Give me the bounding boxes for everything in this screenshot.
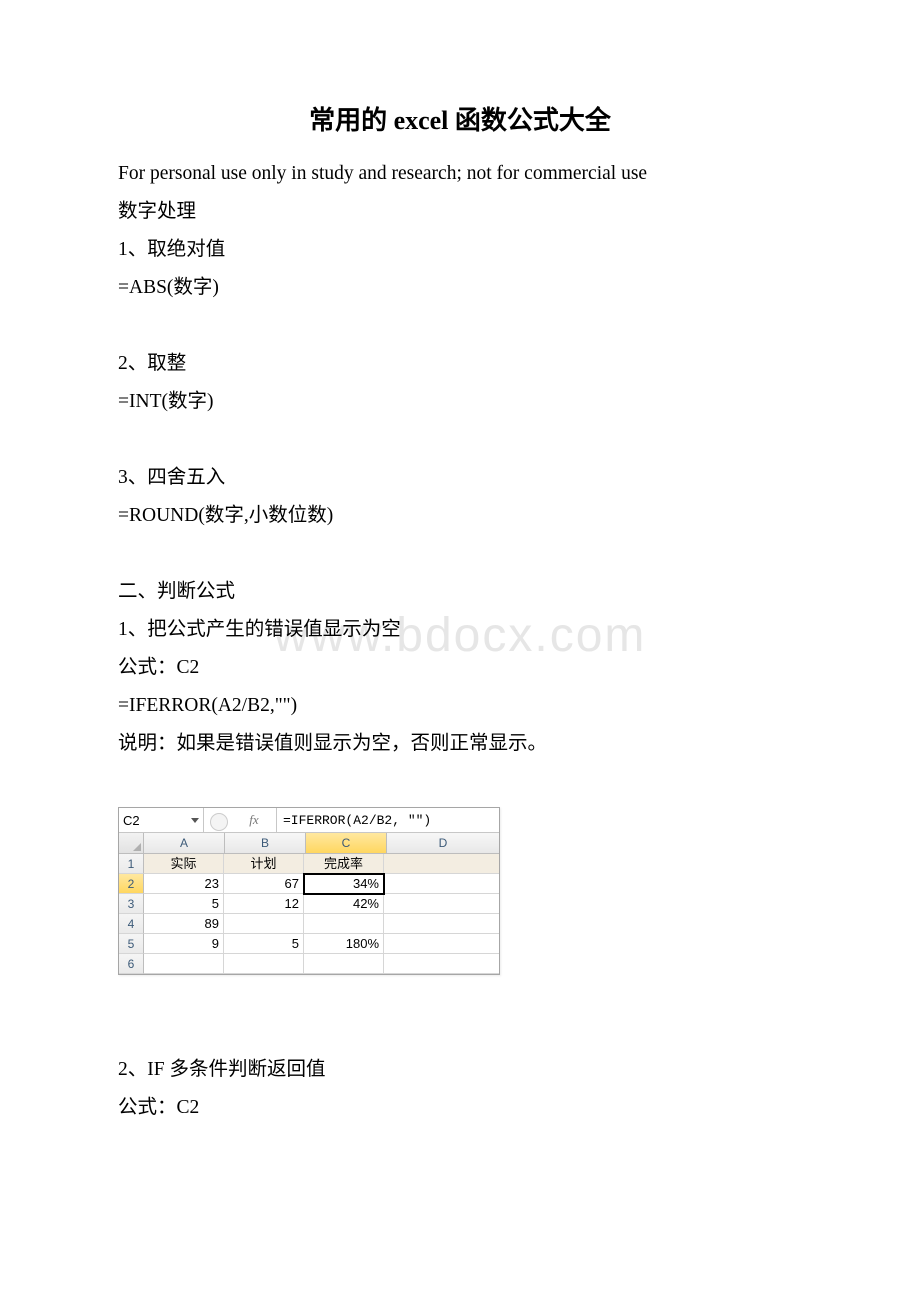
- cell: 实际: [144, 854, 224, 874]
- row-header: 3: [119, 894, 144, 914]
- formula-bar-row: C2 fx =IFERROR(A2/B2, ""): [119, 808, 499, 833]
- cell: 23: [144, 874, 224, 894]
- cell: 计划: [224, 854, 304, 874]
- cell: [304, 954, 384, 974]
- cancel-icon: [210, 813, 228, 831]
- table-row: 1实际计划完成率: [119, 854, 499, 874]
- table-row: 2236734%: [119, 874, 499, 894]
- row-header: 4: [119, 914, 144, 934]
- cell: 完成率: [304, 854, 384, 874]
- spacer: [118, 535, 802, 573]
- row-header: 6: [119, 954, 144, 974]
- spacer: [118, 421, 802, 459]
- item-iferror-cell: 公式：C2: [118, 649, 802, 687]
- spacer: [118, 307, 802, 345]
- section-judgment: 二、判断公式: [118, 573, 802, 611]
- item-int-formula: =INT(数字): [118, 383, 802, 421]
- fx-icon: fx: [232, 808, 277, 832]
- disclaimer-text: For personal use only in study and resea…: [118, 155, 802, 193]
- table-row: 489: [119, 914, 499, 934]
- cell: [224, 914, 304, 934]
- cell: 180%: [304, 934, 384, 954]
- formula-bar-input: =IFERROR(A2/B2, ""): [277, 808, 499, 832]
- excel-screenshot: C2 fx =IFERROR(A2/B2, "") A B C D 1实际计划完…: [118, 807, 500, 975]
- page-title: 常用的 excel 函数公式大全: [118, 100, 802, 137]
- cell: 89: [144, 914, 224, 934]
- cell: 34%: [304, 874, 384, 894]
- cell: [384, 874, 499, 894]
- item-if-title: 2、IF 多条件判断返回值: [118, 1051, 802, 1089]
- row-header: 5: [119, 934, 144, 954]
- cell: [304, 914, 384, 934]
- excel-data-rows: 1实际计划完成率2236734%351242%489595180%6: [119, 854, 499, 974]
- table-row: 351242%: [119, 894, 499, 914]
- cell: [384, 894, 499, 914]
- row-header: 1: [119, 854, 144, 874]
- name-box-value: C2: [123, 813, 140, 828]
- column-header-d: D: [387, 833, 499, 853]
- item-iferror-desc: 说明：如果是错误值则显示为空，否则正常显示。: [118, 725, 802, 763]
- spacer: [118, 975, 802, 1013]
- cell: [224, 954, 304, 974]
- item-abs-formula: =ABS(数字): [118, 269, 802, 307]
- cell: 67: [224, 874, 304, 894]
- row-header: 2: [119, 874, 144, 894]
- name-box: C2: [119, 808, 204, 832]
- cell: [384, 914, 499, 934]
- cell: [384, 934, 499, 954]
- cell: 5: [144, 894, 224, 914]
- cell: [384, 854, 499, 874]
- cell: 5: [224, 934, 304, 954]
- item-round-formula: =ROUND(数字,小数位数): [118, 497, 802, 535]
- item-iferror-formula: =IFERROR(A2/B2,""): [118, 687, 802, 725]
- cell: 9: [144, 934, 224, 954]
- column-header-a: A: [144, 833, 225, 853]
- dropdown-icon: [191, 818, 199, 823]
- item-abs-title: 1、取绝对值: [118, 231, 802, 269]
- item-if-cell: 公式：C2: [118, 1089, 802, 1127]
- table-row: 6: [119, 954, 499, 974]
- table-row: 595180%: [119, 934, 499, 954]
- item-round-title: 3、四舍五入: [118, 459, 802, 497]
- section-number-processing: 数字处理: [118, 193, 802, 231]
- cell: [144, 954, 224, 974]
- item-iferror-title: 1、把公式产生的错误值显示为空: [118, 611, 802, 649]
- select-all-corner: [119, 833, 144, 853]
- cell: [384, 954, 499, 974]
- spacer: [118, 1013, 802, 1051]
- column-header-b: B: [225, 833, 306, 853]
- cell: 12: [224, 894, 304, 914]
- column-headers-row: A B C D: [119, 833, 499, 854]
- item-int-title: 2、取整: [118, 345, 802, 383]
- column-header-c: C: [306, 833, 387, 853]
- spacer: [118, 763, 802, 801]
- cell: 42%: [304, 894, 384, 914]
